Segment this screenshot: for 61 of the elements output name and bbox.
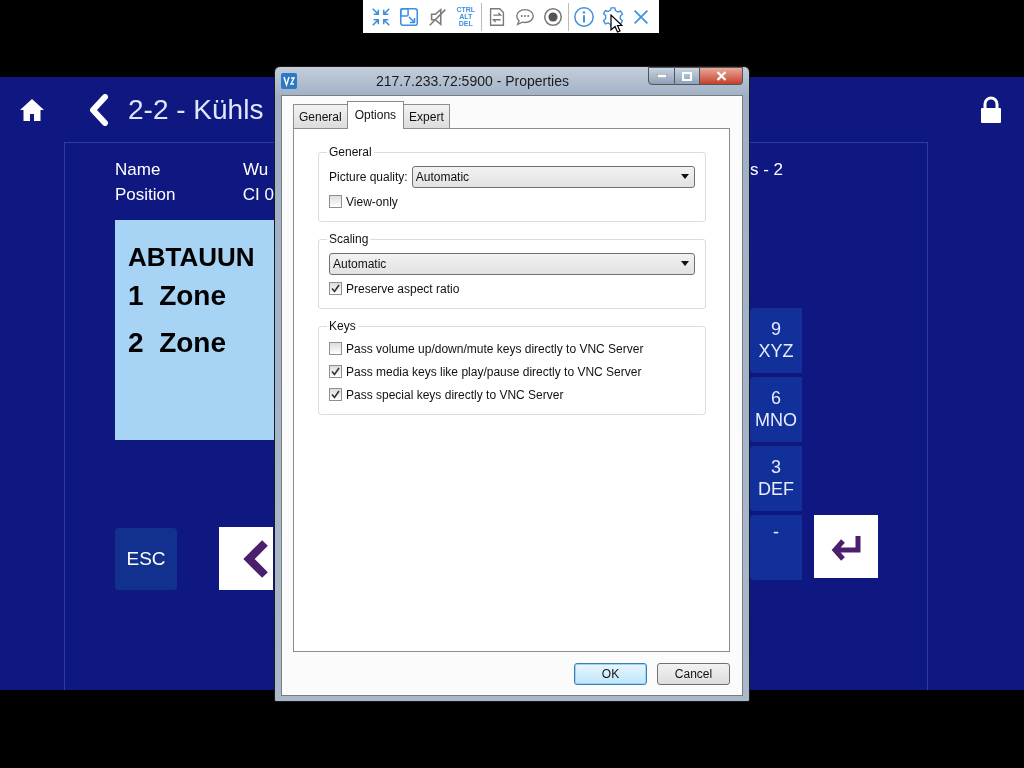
checkbox-label: Pass media keys like play/pause directly to VNC Server — [346, 363, 642, 381]
app-icon — [281, 73, 297, 89]
check-icon — [331, 390, 340, 399]
window-title: 217.7.233.72:5900 - Properties — [375, 71, 570, 91]
field-label: Position — [115, 184, 177, 206]
checkbox[interactable] — [329, 282, 342, 295]
field-value: Wu — [243, 159, 269, 181]
settings-icon — [601, 5, 624, 28]
field-label: Picture quality: — [329, 168, 408, 186]
maximize-icon — [682, 71, 692, 81]
checkbox-label: Pass special keys directly to VNC Server — [346, 386, 564, 404]
tab[interactable]: Expert — [403, 104, 450, 128]
shrink-icon — [370, 5, 393, 28]
close-icon — [715, 71, 727, 81]
esc-button[interactable]: ESC — [115, 528, 177, 590]
minimize-button[interactable] — [648, 67, 675, 85]
back-key-button[interactable] — [219, 527, 273, 590]
info-icon — [573, 5, 596, 28]
close-button[interactable] — [700, 67, 743, 85]
maximize-button[interactable] — [675, 67, 700, 85]
tab[interactable]: Options — [346, 101, 405, 129]
checkbox[interactable] — [329, 365, 342, 378]
keypad-key[interactable]: 3 DEF — [750, 446, 802, 511]
page-title: 2-2 - Kühls — [128, 92, 264, 127]
cancel-button[interactable]: Cancel — [657, 663, 730, 685]
ok-button[interactable]: OK — [574, 663, 647, 685]
field-value: s - 2 — [750, 159, 785, 181]
keypad-key[interactable]: 6 MNO — [750, 377, 802, 442]
checkbox-label: Preserve aspect ratio — [346, 280, 460, 298]
lock-button[interactable] — [980, 95, 1002, 124]
chevron-left-icon — [241, 538, 269, 579]
group-title: General — [328, 145, 373, 159]
resize-icon — [398, 5, 421, 28]
check-icon — [331, 284, 340, 293]
dropdown[interactable]: Automatic — [411, 165, 695, 188]
display-line: 1 Zone — [128, 279, 227, 313]
back-button[interactable] — [88, 93, 110, 126]
caret-icon — [681, 174, 689, 179]
chevron-left-icon — [88, 93, 110, 126]
checkbox[interactable] — [329, 388, 342, 401]
record-icon — [542, 5, 565, 28]
display-heading: ABTAUUN — [128, 242, 256, 272]
group-title: Scaling — [328, 232, 370, 246]
caret-icon — [681, 261, 689, 266]
dropdown[interactable]: Automatic — [329, 252, 695, 275]
field-value: CI 0 — [242, 184, 274, 206]
speaker-muted-icon — [426, 5, 449, 28]
group-title: Keys — [328, 319, 357, 333]
display-line: 2 Zone — [128, 326, 227, 360]
checkbox-label: Pass volume up/down/mute keys directly to VNC Server — [346, 340, 644, 358]
tab[interactable]: General — [293, 104, 348, 128]
enter-button[interactable] — [814, 515, 878, 578]
checkbox[interactable] — [329, 195, 342, 208]
checkbox[interactable] — [329, 342, 342, 355]
keypad-key[interactable]: - — [750, 515, 802, 580]
field-label: Name — [115, 159, 162, 181]
checkbox-label: View-only — [346, 193, 398, 211]
lock-icon — [980, 95, 1002, 124]
minimize-icon — [656, 74, 667, 78]
keypad-key[interactable]: 9 XYZ — [750, 308, 802, 373]
check-icon — [331, 367, 340, 376]
